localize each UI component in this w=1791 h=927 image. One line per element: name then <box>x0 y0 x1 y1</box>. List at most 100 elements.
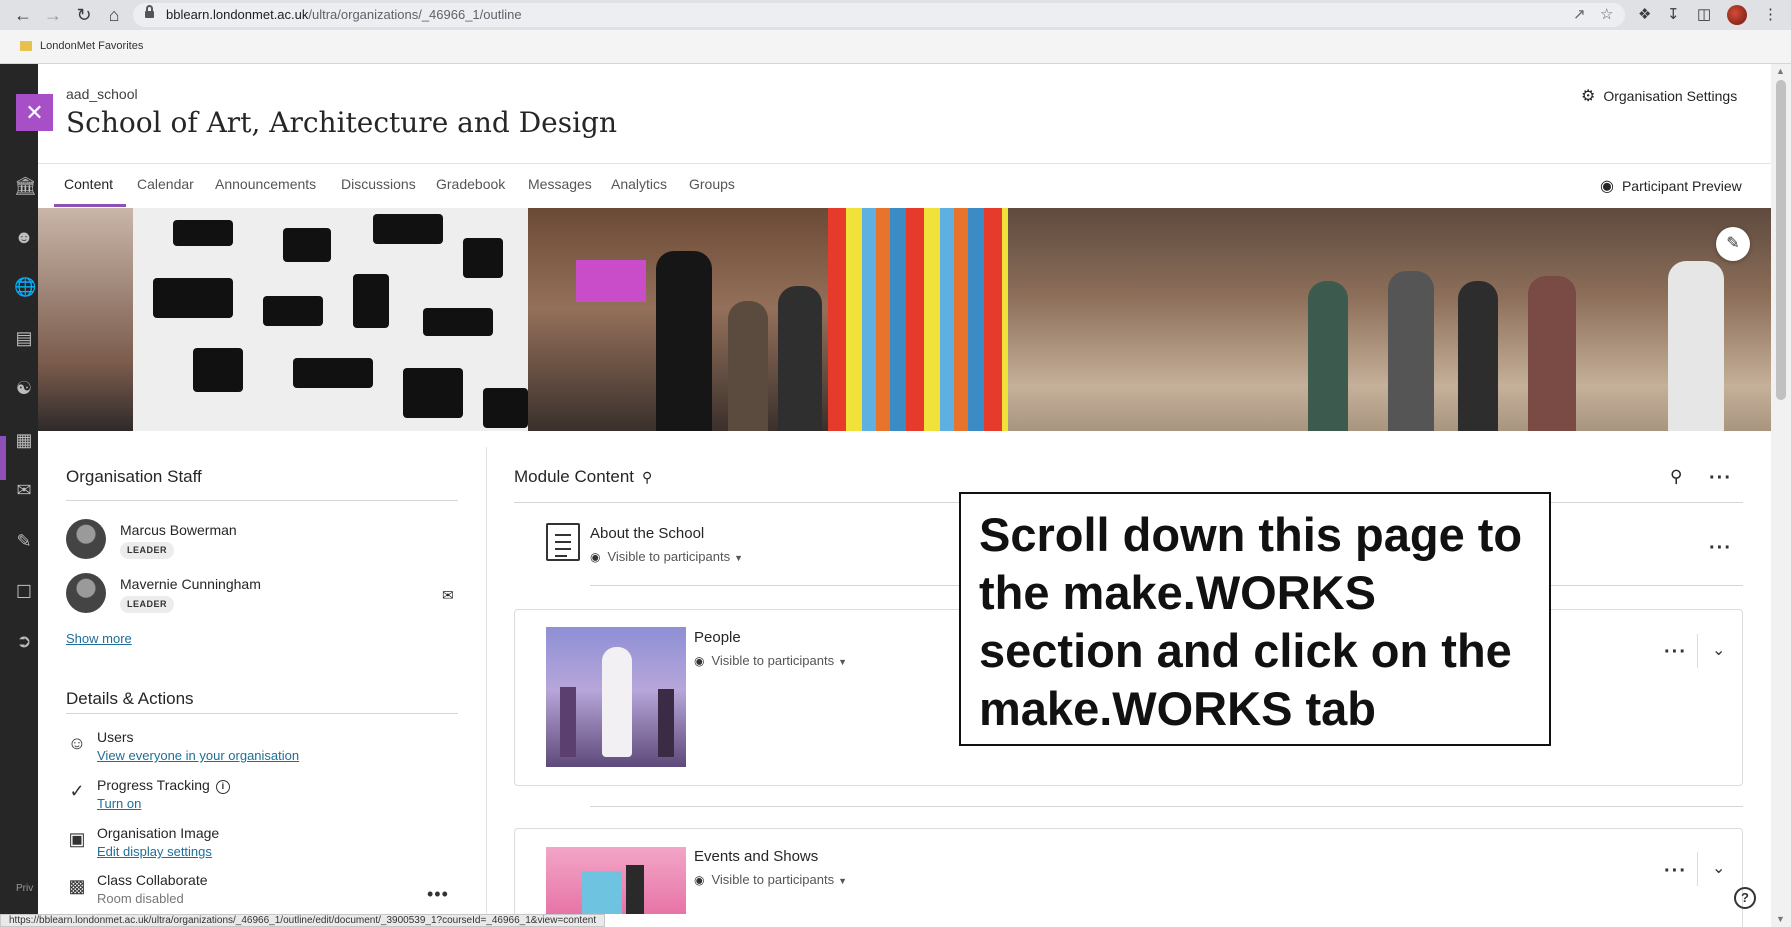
org-id: aad_school <box>66 86 138 102</box>
tab-content[interactable]: Content <box>64 176 113 192</box>
star-icon[interactable]: ☆ <box>1600 5 1613 23</box>
caret-icon: ▼ <box>838 876 848 886</box>
visibility-dropdown[interactable]: ◉ Visible to participants ▼ <box>590 549 743 564</box>
tab-analytics[interactable]: Analytics <box>611 176 667 192</box>
profile-icon[interactable]: ☻ <box>14 227 34 247</box>
institution-icon[interactable]: 🏛 <box>14 176 37 196</box>
edit-display-settings-link[interactable]: Edit display settings <box>97 844 212 859</box>
card-divider <box>1697 634 1698 668</box>
image-title: Organisation Image <box>97 825 220 841</box>
globe-icon[interactable]: 🌐 <box>14 277 36 297</box>
staff-name[interactable]: Mavernie Cunningham <box>120 576 261 592</box>
organizations-icon[interactable]: ☯ <box>14 378 34 398</box>
lightbulb-icon[interactable]: ⚲ <box>642 469 652 485</box>
folder-thumbnail <box>546 627 686 767</box>
module-content-heading: Module Content ⚲ <box>514 467 653 486</box>
item-more-icon[interactable]: ··· <box>1664 861 1687 881</box>
staff-heading: Organisation Staff <box>66 467 202 486</box>
collaborate-title: Class Collaborate <box>97 872 208 888</box>
tools-icon[interactable]: ☐ <box>14 582 34 602</box>
eye-icon: ◉ <box>1600 178 1614 195</box>
eye-icon: ◉ <box>694 654 705 668</box>
courses-icon[interactable]: ▤ <box>14 328 34 348</box>
instruction-text: Scroll down this page to the make.WORKS … <box>979 508 1523 735</box>
scroll-up-icon[interactable]: ▲ <box>1776 66 1785 76</box>
page-title: School of Art, Architecture and Design <box>66 106 618 139</box>
back-icon[interactable]: ← <box>12 4 34 26</box>
extensions-icon[interactable]: ❖ <box>1638 5 1651 23</box>
lock-icon <box>145 5 154 20</box>
staff-name[interactable]: Marcus Bowerman <box>120 522 237 538</box>
tab-gradebook[interactable]: Gradebook <box>436 176 505 192</box>
item-title-events[interactable]: Events and Shows <box>694 848 818 865</box>
collaborate-icon: ▩ <box>68 876 86 896</box>
role-badge: LEADER <box>120 542 175 559</box>
item-title-about[interactable]: About the School <box>590 525 704 542</box>
edit-banner-button[interactable]: ✎ <box>1716 227 1750 261</box>
item-more-icon[interactable]: ··· <box>1709 538 1732 558</box>
profile-avatar[interactable] <box>1727 5 1747 25</box>
item-title-people[interactable]: People <box>694 629 741 646</box>
view-everyone-link[interactable]: View everyone in your organisation <box>97 748 299 763</box>
show-more-link[interactable]: Show more <box>66 631 132 646</box>
details-heading: Details & Actions <box>66 689 194 708</box>
avatar <box>66 573 106 613</box>
chevron-down-icon[interactable]: ⌄ <box>1712 640 1725 660</box>
active-tab-indicator <box>54 204 126 207</box>
visibility-dropdown[interactable]: ◉ Visible to participants ▼ <box>694 653 847 668</box>
module-more-icon[interactable]: ··· <box>1709 468 1732 488</box>
status-bar-url: https://bblearn.londonmet.ac.uk/ultra/or… <box>0 914 606 927</box>
sidepanel-icon[interactable]: ◫ <box>1697 5 1711 23</box>
pencil-icon: ✎ <box>1726 235 1740 252</box>
mail-icon[interactable]: ✉ <box>442 587 454 604</box>
privacy-link[interactable]: Priv <box>16 883 33 894</box>
logout-icon[interactable]: ➲ <box>14 631 34 651</box>
address-bar[interactable]: bblearn.londonmet.ac.uk/ultra/organizati… <box>133 3 1625 27</box>
home-icon[interactable]: ⌂ <box>103 4 125 26</box>
download-icon[interactable]: ↧ <box>1667 5 1680 23</box>
close-button[interactable]: ✕ <box>16 94 53 131</box>
calendar-icon[interactable]: ▦ <box>14 430 34 450</box>
folder-thumbnail <box>546 847 686 914</box>
forward-icon[interactable]: → <box>42 4 64 26</box>
progress-title: Progress Tracking i <box>97 777 230 794</box>
tab-messages[interactable]: Messages <box>528 176 592 192</box>
search-icon[interactable]: ⚲ <box>1670 467 1682 487</box>
column-divider <box>486 447 487 927</box>
avatar <box>66 519 106 559</box>
scrollbar[interactable]: ▲ ▼ <box>1771 64 1791 927</box>
help-icon[interactable]: ? <box>1734 887 1756 909</box>
bookmark-londonmet[interactable]: LondonMet Favorites <box>40 40 143 52</box>
base-navigation: 🏛 ☻ 🌐 ▤ ☯ ▦ ✉ ✎ ☐ ➲ <box>0 64 38 927</box>
users-title: Users <box>97 729 134 745</box>
active-indicator <box>0 436 6 480</box>
collaborate-status: Room disabled <box>97 891 184 906</box>
messages-icon[interactable]: ✉ <box>14 480 34 500</box>
card-divider <box>1697 852 1698 886</box>
share-icon[interactable]: ↗ <box>1573 5 1586 23</box>
item-divider <box>590 806 1743 807</box>
tab-discussions[interactable]: Discussions <box>341 176 416 192</box>
visibility-dropdown[interactable]: ◉ Visible to participants ▼ <box>694 872 847 887</box>
participant-preview-button[interactable]: ◉ Participant Preview <box>1600 176 1742 196</box>
menu-icon[interactable]: ⋮ <box>1763 5 1778 23</box>
item-more-icon[interactable]: ··· <box>1664 642 1687 662</box>
tab-announcements[interactable]: Announcements <box>215 176 316 192</box>
caret-icon: ▼ <box>838 657 848 667</box>
tabs-divider <box>38 163 1771 164</box>
tab-calendar[interactable]: Calendar <box>137 176 194 192</box>
info-icon[interactable]: i <box>215 780 230 794</box>
scroll-down-icon[interactable]: ▼ <box>1776 914 1785 924</box>
grades-icon[interactable]: ✎ <box>14 531 34 551</box>
chevron-down-icon[interactable]: ⌄ <box>1712 858 1725 878</box>
scroll-thumb[interactable] <box>1776 80 1786 400</box>
document-icon <box>546 523 580 561</box>
role-badge: LEADER <box>120 596 175 613</box>
browser-toolbar: ← → ↻ ⌂ bblearn.londonmet.ac.uk/ultra/or… <box>0 0 1791 30</box>
turn-on-link[interactable]: Turn on <box>97 796 141 811</box>
url-text: bblearn.londonmet.ac.uk/ultra/organizati… <box>166 7 522 22</box>
tab-groups[interactable]: Groups <box>689 176 735 192</box>
organisation-settings-button[interactable]: ⚙ Organisation Settings <box>1581 86 1737 106</box>
collaborate-more-icon[interactable]: ••• <box>427 884 449 905</box>
reload-icon[interactable]: ↻ <box>73 4 95 26</box>
